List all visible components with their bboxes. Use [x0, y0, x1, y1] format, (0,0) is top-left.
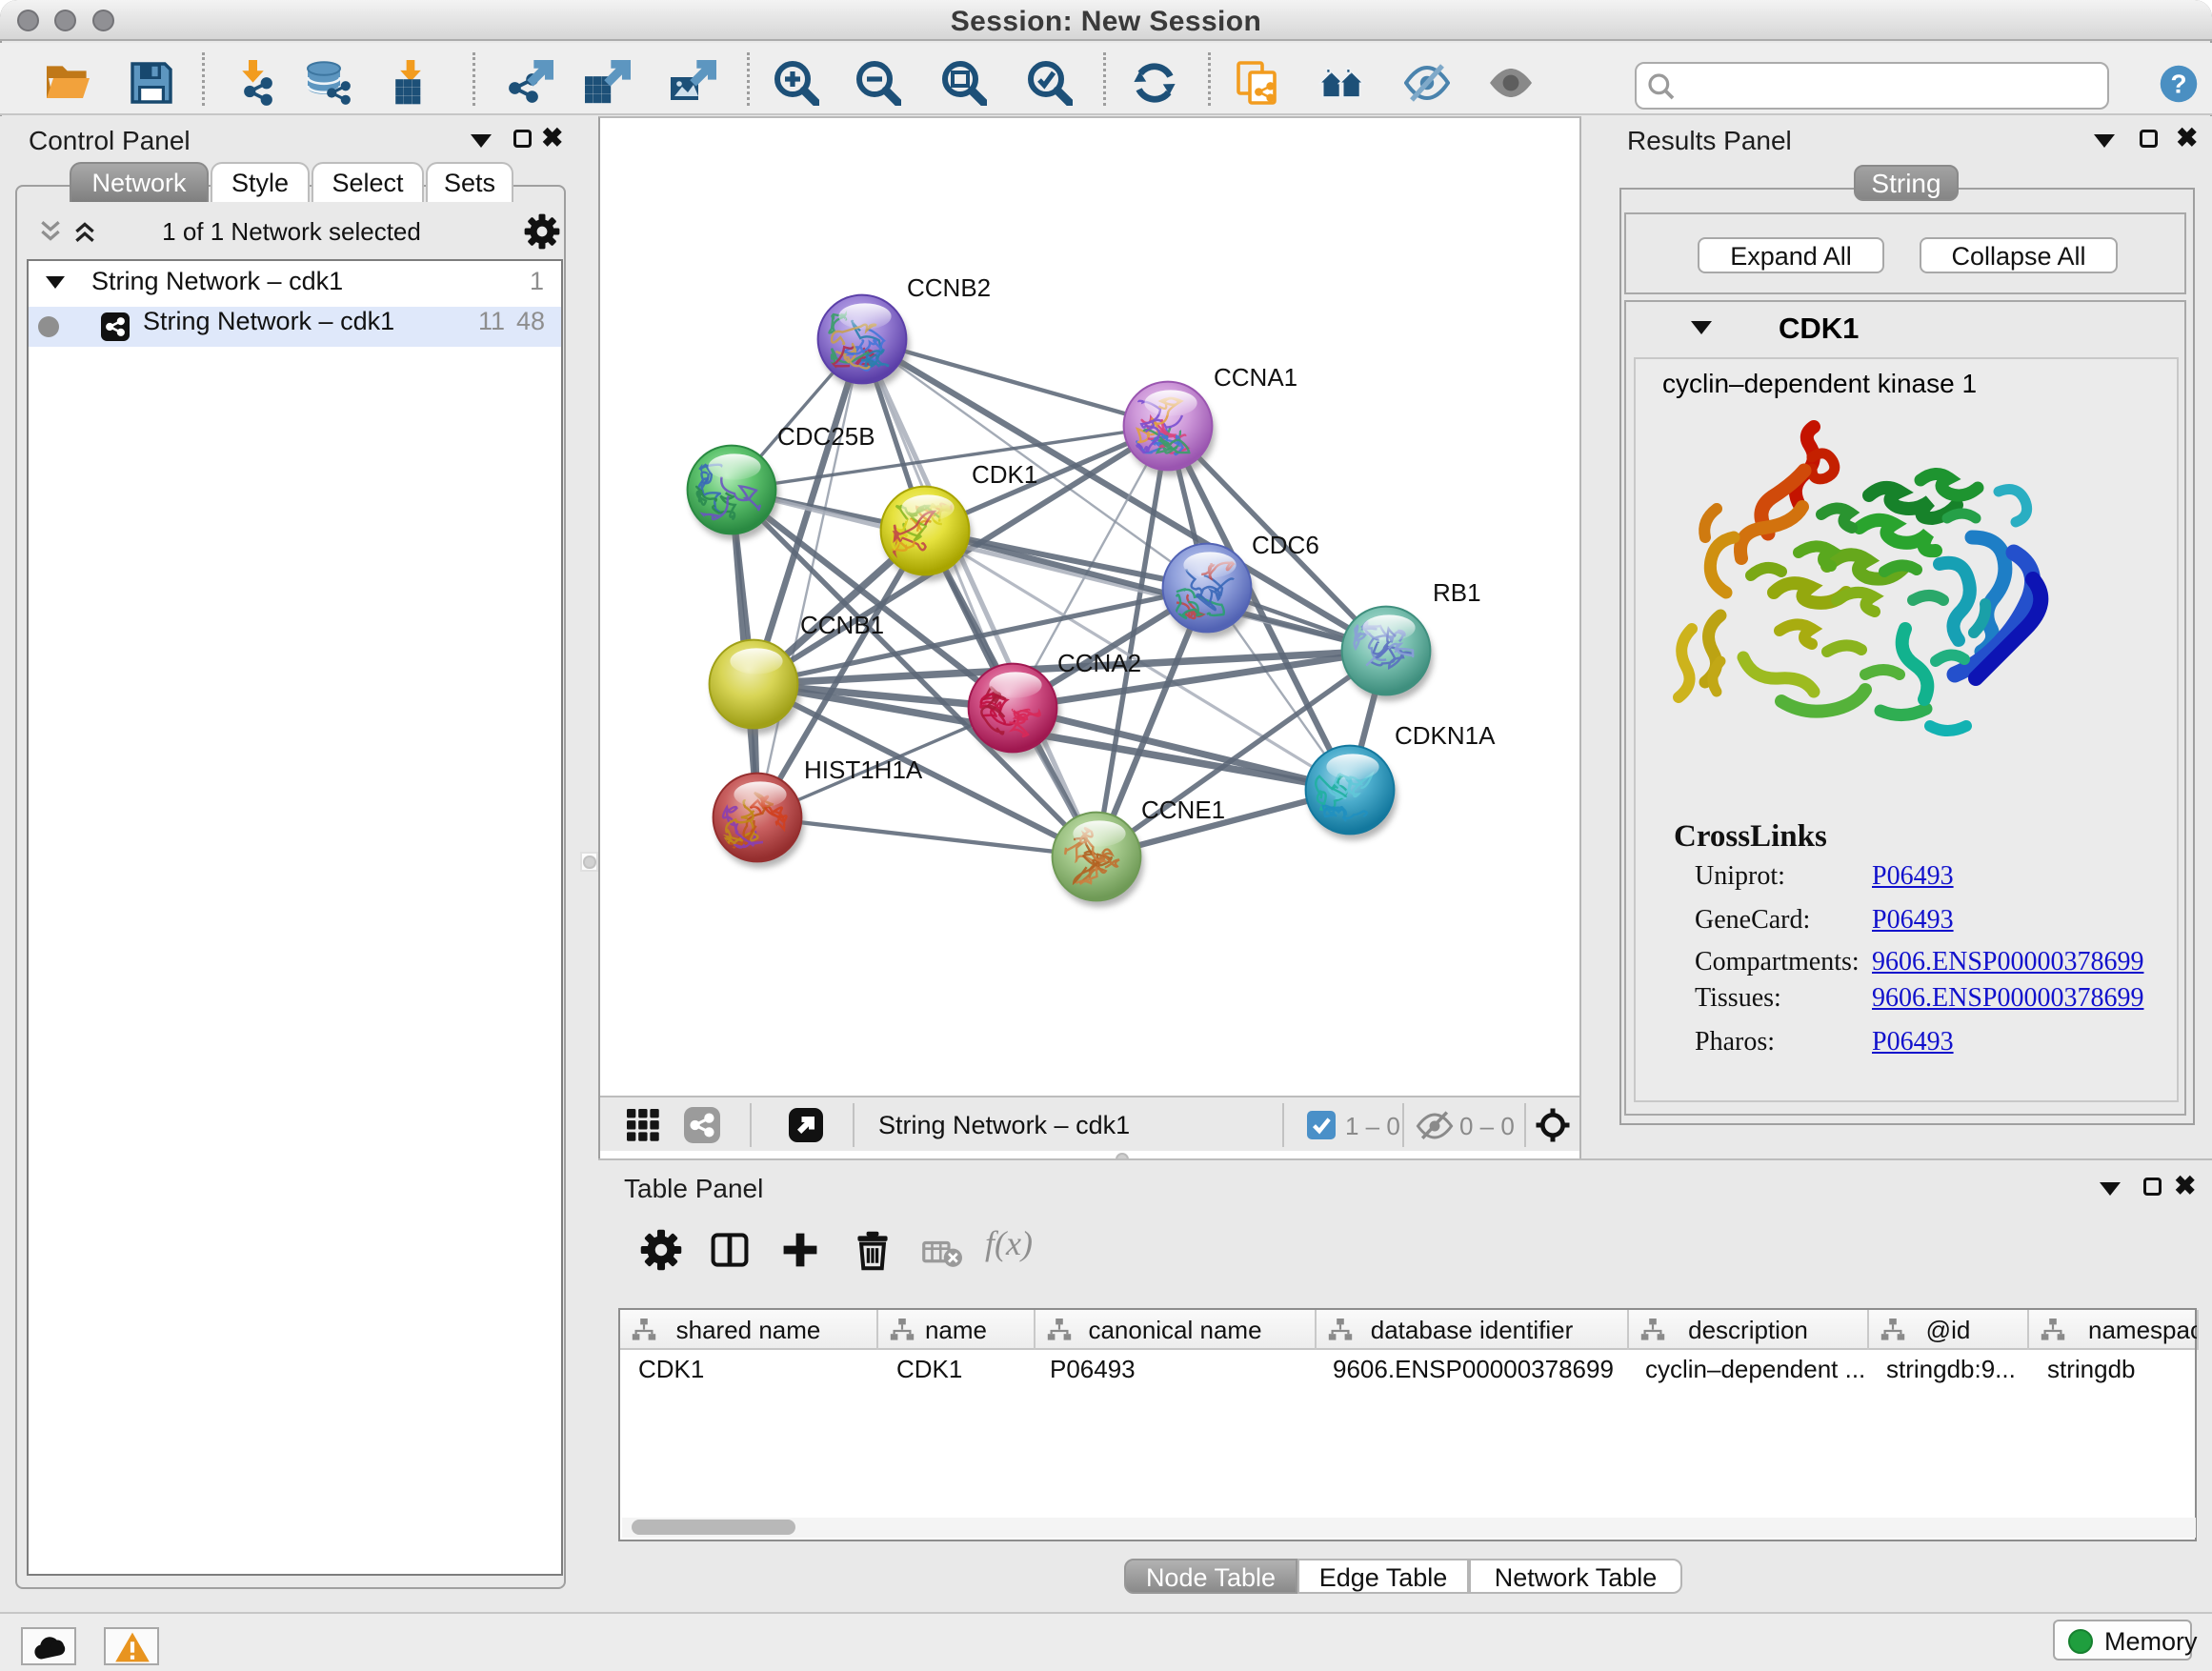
svg-text:CDC6: CDC6 — [1252, 531, 1319, 559]
svg-text:CDKN1A: CDKN1A — [1395, 721, 1496, 750]
svg-text:CCNA1: CCNA1 — [1214, 363, 1297, 392]
svg-text:?: ? — [2170, 70, 2186, 99]
svg-text:CCNB2: CCNB2 — [907, 273, 991, 302]
svg-text:CDK1: CDK1 — [972, 460, 1037, 489]
svg-text:HIST1H1A: HIST1H1A — [804, 755, 923, 784]
svg-text:CCNB1: CCNB1 — [800, 611, 884, 639]
svg-text:RB1: RB1 — [1433, 578, 1481, 607]
svg-text:CCNA2: CCNA2 — [1057, 649, 1141, 677]
svg-text:CCNE1: CCNE1 — [1141, 795, 1225, 824]
svg-text:CDC25B: CDC25B — [777, 422, 875, 451]
